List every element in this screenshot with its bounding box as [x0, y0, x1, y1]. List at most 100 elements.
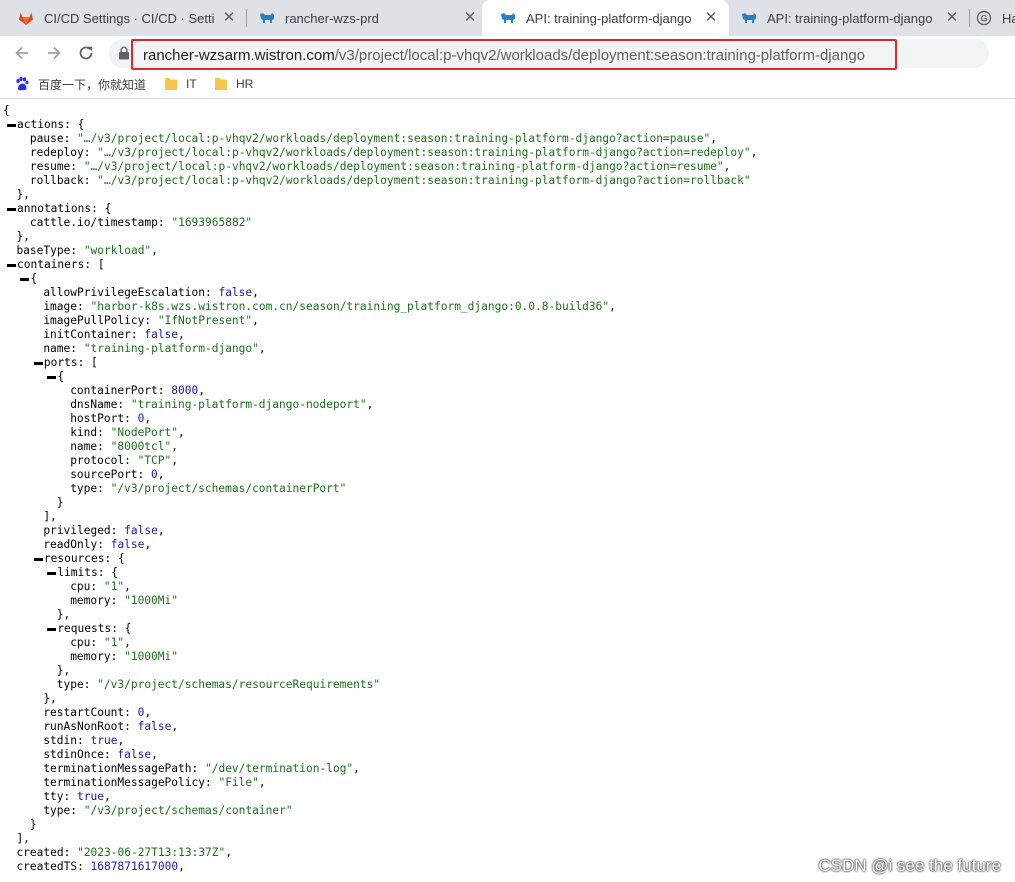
json-line: readOnly: false,	[43, 538, 151, 552]
json-line: baseType: "workload",	[16, 244, 157, 258]
json-punctuation: ,	[258, 342, 266, 355]
gitlab-icon	[19, 12, 33, 25]
close-tab-icon[interactable]: ✕	[221, 10, 237, 26]
forward-button[interactable]	[40, 39, 68, 67]
close-tab-icon[interactable]: ✕	[703, 10, 719, 26]
json-key: restartCount	[43, 706, 125, 719]
json-string-value: "1693965882"	[171, 216, 253, 229]
json-punctuation: ,	[252, 314, 259, 327]
url-text[interactable]: rancher-wzsarm.wistron.com/v3/project/lo…	[143, 47, 865, 64]
json-number-value: 1687871617000	[90, 860, 179, 873]
json-line: terminationMessagePolicy: "File",	[43, 776, 265, 790]
json-punctuation: :	[124, 706, 138, 719]
json-key: limits	[57, 566, 98, 579]
json-key: stdin	[43, 734, 77, 747]
folder-icon	[165, 78, 177, 90]
bookmark-baidu[interactable]: 百度一下，你就知道	[14, 75, 146, 93]
rancher-icon	[501, 13, 515, 23]
json-punctuation: }	[56, 496, 64, 509]
globe-icon: G	[976, 10, 992, 26]
json-punctuation: :	[117, 398, 131, 411]
json-string-value: "8000tcl"	[110, 440, 172, 453]
json-key: created	[16, 846, 64, 859]
bookmark-label: IT	[186, 77, 197, 91]
tab-cicd-settings[interactable]: CI/CD Settings · CI/CD · Settings ✕	[0, 0, 247, 36]
address-bar[interactable]: rancher-wzsarm.wistron.com/v3/project/lo…	[109, 39, 989, 70]
collapse-toggle-icon[interactable]	[7, 264, 16, 267]
reload-button[interactable]	[72, 39, 100, 67]
json-line: dnsName: "training-platform-django-nodep…	[70, 398, 373, 412]
url-path: /v3/project/local:p-vhqv2/workloads/depl…	[334, 47, 865, 64]
arrow-left-icon	[15, 46, 28, 60]
bookmark-label: 百度一下，你就知道	[38, 77, 147, 92]
json-string-value: "…/v3/project/local:p-vhqv2/workloads/de…	[97, 146, 751, 159]
json-string-value: "…/v3/project/local:p-vhqv2/workloads/de…	[77, 132, 711, 145]
json-line: },	[16, 230, 29, 244]
json-punctuation: }	[29, 818, 37, 831]
json-punctuation: :	[191, 762, 205, 775]
json-line: {	[57, 370, 64, 384]
lock-icon[interactable]	[118, 46, 130, 60]
collapse-toggle-icon[interactable]	[20, 278, 30, 281]
json-line: redeploy: "…/v3/project/local:p-vhqv2/wo…	[30, 146, 757, 160]
collapse-toggle-icon[interactable]	[7, 208, 16, 211]
collapse-toggle-icon[interactable]	[7, 124, 16, 127]
json-key: readOnly	[43, 538, 98, 551]
json-string-value: "NodePort"	[110, 426, 178, 439]
json-key: cattle.io/timestamp	[29, 216, 158, 229]
tab-api-training-platform-django[interactable]: API: training-platform-django ✕	[723, 0, 970, 36]
json-line: resources: {	[44, 552, 125, 566]
json-string-value: "harbor-k8s.wzs.wistron.com.cn/season/tr…	[90, 300, 610, 313]
json-key: type	[70, 482, 98, 495]
json-line: containers: [	[17, 258, 105, 272]
json-key: type	[43, 804, 71, 817]
tab-api-training-platform-django-active[interactable]: API: training-platform-django ✕	[482, 0, 729, 36]
json-line: name: "8000tcl",	[70, 440, 178, 454]
collapse-toggle-icon[interactable]	[33, 362, 43, 365]
tab-title: CI/CD Settings · CI/CD · Settings	[44, 10, 215, 26]
json-punctuation: : {	[104, 552, 125, 565]
url-highlight-box[interactable]: rancher-wzsarm.wistron.com/v3/project/lo…	[131, 39, 897, 70]
json-key: name	[43, 342, 71, 355]
json-line: allowPrivilegeEscalation: false,	[43, 286, 259, 300]
back-button[interactable]	[8, 39, 36, 67]
tab-strip: CI/CD Settings · CI/CD · Settings ✕ ranc…	[0, 0, 1015, 36]
json-punctuation: },	[16, 188, 30, 201]
json-key: ports	[43, 356, 78, 369]
baidu-paw-icon	[16, 76, 29, 91]
json-key: containers	[17, 258, 85, 271]
json-punctuation: ,	[144, 412, 152, 425]
json-key: kind	[70, 426, 98, 439]
collapse-toggle-icon[interactable]	[47, 376, 57, 379]
json-key: runAsNonRoot	[43, 720, 125, 733]
json-punctuation: {	[57, 370, 65, 383]
collapse-toggle-icon[interactable]	[47, 628, 57, 631]
json-key: resume	[29, 160, 71, 173]
tab-rancher-wzs-prd[interactable]: rancher-wzs-prd ✕	[241, 0, 488, 36]
json-punctuation: :	[77, 300, 91, 313]
close-tab-icon[interactable]: ✕	[462, 10, 478, 26]
json-punctuation: :	[77, 734, 91, 747]
json-punctuation: },	[43, 692, 57, 705]
json-punctuation: :	[130, 328, 145, 341]
json-punctuation: ,	[225, 846, 233, 859]
folder-icon	[215, 78, 227, 90]
collapse-toggle-icon[interactable]	[33, 558, 43, 561]
tab-title: API: training-platform-django	[526, 10, 692, 26]
bookmark-folder-hr[interactable]: HR	[214, 75, 253, 93]
json-punctuation: {	[3, 104, 10, 117]
json-punctuation: :	[110, 524, 125, 537]
collapse-toggle-icon[interactable]	[47, 572, 57, 575]
tab-ha-partial[interactable]: G Ha	[964, 0, 1015, 36]
json-punctuation: :	[110, 594, 125, 607]
json-line: cattle.io/timestamp: "1693965882"	[30, 216, 252, 230]
json-string-value: "1000Mi"	[124, 650, 178, 663]
json-punctuation: : [	[77, 356, 98, 369]
rancher-icon	[742, 13, 756, 23]
json-string-value: "TCP"	[137, 454, 172, 467]
json-key: sourcePort	[70, 468, 138, 481]
close-tab-icon[interactable]: ✕	[944, 10, 960, 26]
bookmark-folder-it[interactable]: IT	[164, 75, 197, 93]
json-key: memory	[70, 594, 111, 607]
json-punctuation: :	[124, 412, 138, 425]
